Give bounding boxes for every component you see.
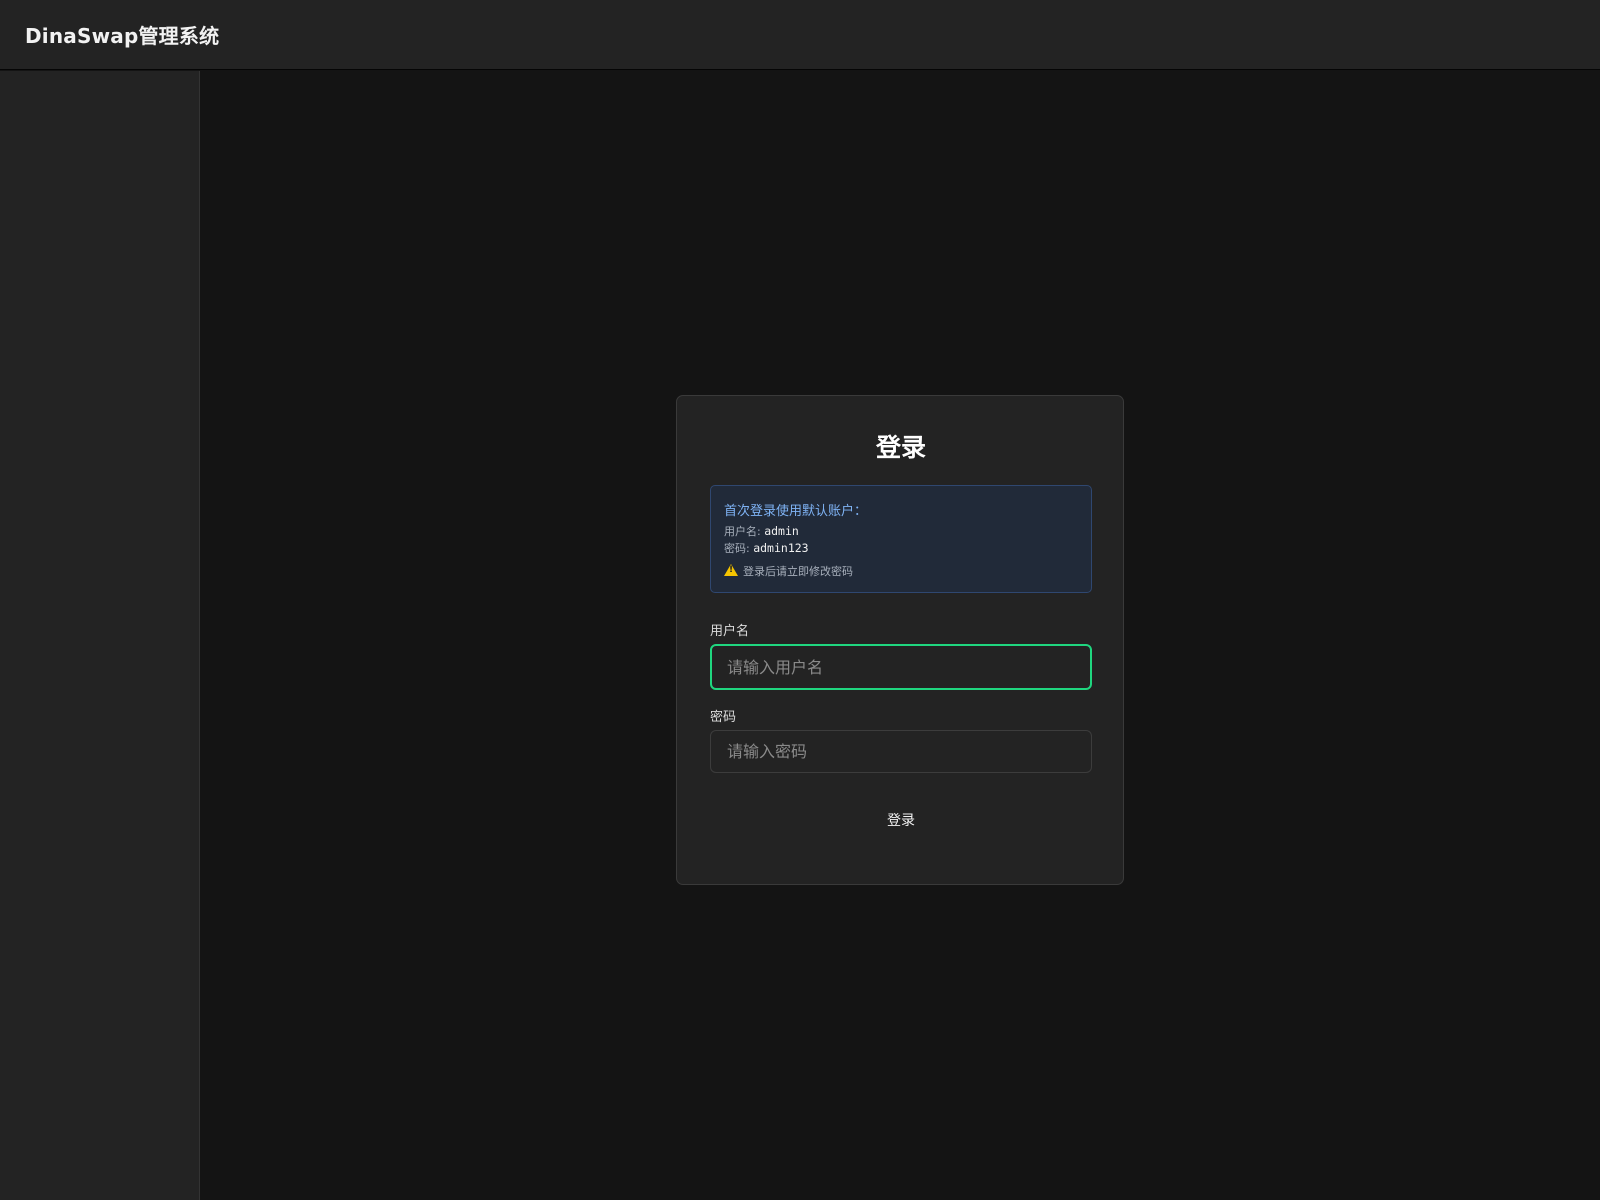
password-label: 密码 xyxy=(710,710,737,725)
notice-username-label: 用户名: xyxy=(724,525,765,538)
notice-password-line: 密码: admin123 xyxy=(724,540,1078,555)
username-label: 用户名 xyxy=(710,624,750,639)
notice-warning-text: 登录后请立即修改密码 xyxy=(743,565,853,578)
app-title: DinaSwap管理系统 xyxy=(25,24,220,48)
app-header: DinaSwap管理系统 xyxy=(0,0,1600,70)
notice-password-value: admin123 xyxy=(753,541,809,555)
notice-heading: 首次登录使用默认账户： xyxy=(724,504,868,519)
login-title: 登录 xyxy=(875,433,926,462)
notice-warning: 登录后请立即修改密码 xyxy=(724,563,1078,579)
login-button[interactable]: 登录 xyxy=(710,800,1092,840)
notice-password-label: 密码: xyxy=(724,542,754,555)
login-card: 登录 首次登录使用默认账户： 用户名: admin 密码: admin123 登… xyxy=(676,395,1124,885)
password-input[interactable] xyxy=(710,730,1092,773)
username-input[interactable] xyxy=(710,644,1092,690)
sidebar xyxy=(0,71,200,1200)
default-account-notice: 首次登录使用默认账户： 用户名: admin 密码: admin123 登录后请… xyxy=(710,485,1092,593)
notice-username-line: 用户名: admin xyxy=(724,523,1078,538)
warning-icon xyxy=(724,564,738,576)
notice-username-value: admin xyxy=(764,524,799,538)
